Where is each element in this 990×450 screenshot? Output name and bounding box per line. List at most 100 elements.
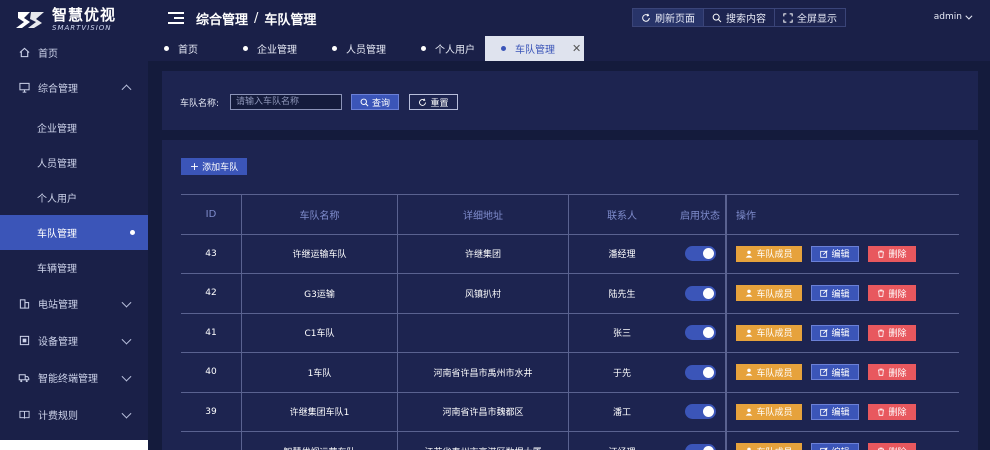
sidebar-item-label: 设备管理 — [38, 337, 78, 348]
enabled-toggle[interactable] — [684, 285, 716, 301]
tab-fleet[interactable]: 车队管理 ✕ — [485, 36, 584, 61]
sidebar-item-label: 个人用户 — [37, 194, 77, 205]
fleet-members-button[interactable]: 车队成员 — [736, 324, 802, 341]
sidebar-item-stations[interactable]: 电站管理 — [0, 285, 148, 322]
sidebar-item-personnel[interactable]: 人员管理 — [0, 145, 148, 180]
cell-contact: 张三 — [612, 329, 631, 340]
chevron-down-icon — [121, 334, 132, 345]
cell-address: 河南省许昌市禹州市水井 — [398, 353, 569, 392]
tab-dot-icon — [332, 46, 337, 51]
fullscreen-button[interactable]: 全屏显示 — [774, 8, 846, 27]
search-icon — [712, 13, 722, 23]
cell-address: 许继集团 — [398, 234, 569, 273]
edit-button[interactable]: 编辑 — [811, 285, 859, 302]
sidebar-item-terminals[interactable]: 智能终端管理 — [0, 359, 148, 396]
reset-button[interactable]: 重置 — [409, 94, 458, 110]
sidebar-item-general[interactable]: 综合管理 — [0, 65, 148, 110]
refresh-button[interactable]: 刷新页面 — [632, 8, 704, 27]
home-icon — [18, 47, 30, 59]
page-tabs: 首页 企业管理 人员管理 个人用户 车队管理 ✕ — [148, 36, 990, 61]
reset-label: 重置 — [430, 98, 449, 109]
delete-button[interactable]: 删除 — [868, 364, 916, 381]
cell-status — [675, 353, 726, 392]
close-icon[interactable]: ✕ — [572, 42, 581, 55]
search-content-label: 搜索内容 — [726, 14, 766, 25]
enabled-toggle[interactable] — [684, 325, 716, 341]
edit-button[interactable]: 编辑 — [811, 364, 859, 381]
search-panel: 车队名称: 查询 重置 — [162, 71, 978, 130]
cell-address: 江苏省泰州市高港区数据大厦 — [398, 432, 569, 450]
enabled-toggle[interactable] — [684, 404, 716, 420]
cell-status — [675, 392, 726, 431]
user-menu[interactable]: admin — [933, 12, 973, 22]
delete-label: 删除 — [888, 289, 907, 300]
tab-personal-users[interactable]: 个人用户 — [405, 36, 485, 61]
edit-button[interactable]: 编辑 — [811, 443, 859, 450]
menu-toggle-icon[interactable] — [168, 12, 184, 24]
edit-label: 编辑 — [831, 289, 850, 300]
logo: 智慧优视 SMARTVISION — [0, 0, 148, 40]
add-fleet-button[interactable]: + 添加车队 — [181, 158, 247, 175]
edit-button[interactable]: 编辑 — [811, 324, 859, 341]
sidebar-item-home[interactable]: 首页 — [0, 40, 148, 65]
sidebar-item-company[interactable]: 企业管理 — [0, 110, 148, 145]
edit-icon — [820, 408, 829, 416]
chevron-down-icon — [965, 12, 973, 20]
trash-icon — [877, 329, 885, 337]
column-header-contact: 联系人 — [607, 210, 637, 222]
enabled-toggle[interactable] — [684, 364, 716, 380]
tab-personnel[interactable]: 人员管理 — [316, 36, 405, 61]
enabled-toggle[interactable] — [684, 443, 716, 450]
cell-name: 1车队 — [242, 353, 398, 392]
tab-company[interactable]: 企业管理 — [227, 36, 316, 61]
sidebar-item-label: 人员管理 — [37, 159, 77, 170]
table-row: 39 许继集团车队1 河南省许昌市魏都区 潘工 车队成员 编辑 删除 — [181, 392, 959, 432]
cell-contact: 潘工 — [612, 408, 631, 419]
cell-actions: 车队成员 编辑 删除 — [726, 274, 959, 313]
sidebar-item-billing[interactable]: 计费规则 — [0, 396, 148, 433]
fleet-members-button[interactable]: 车队成员 — [736, 364, 802, 381]
fleet-name-input[interactable] — [230, 94, 342, 110]
edit-button[interactable]: 编辑 — [811, 245, 859, 262]
sidebar-item-devices[interactable]: 设备管理 — [0, 322, 148, 359]
edit-button[interactable]: 编辑 — [811, 403, 859, 420]
sidebar-item-fleet[interactable]: 车队管理 — [0, 215, 148, 250]
logo-title: 智慧优视 — [52, 6, 117, 24]
cell-id: 43 — [181, 234, 242, 273]
tab-dot-icon — [164, 46, 169, 51]
user-icon — [745, 329, 753, 337]
edit-label: 编辑 — [831, 445, 849, 450]
tab-label: 首页 — [178, 45, 198, 56]
table-row: 42 G3运输 风镇扒村 陆先生 车队成员 编辑 删除 — [181, 274, 959, 314]
cell-id: 42 — [181, 274, 242, 313]
delete-button[interactable]: 删除 — [868, 245, 916, 262]
breadcrumb-parent[interactable]: 综合管理 — [196, 9, 248, 28]
fleet-members-button[interactable]: 车队成员 — [736, 403, 802, 420]
query-label: 查询 — [371, 98, 390, 109]
fleet-members-label: 车队成员 — [756, 329, 793, 340]
tab-label: 车队管理 — [515, 45, 555, 56]
cell-status — [675, 234, 726, 273]
user-icon — [745, 368, 753, 376]
delete-button[interactable]: 删除 — [868, 443, 916, 450]
sidebar-footer — [0, 440, 148, 450]
sidebar-item-personal-users[interactable]: 个人用户 — [0, 180, 148, 215]
sidebar-item-vehicles[interactable]: 车辆管理 — [0, 250, 148, 285]
fleet-members-button[interactable]: 车队成员 — [736, 443, 802, 450]
cell-status — [675, 274, 726, 313]
fleet-members-button[interactable]: 车队成员 — [736, 285, 802, 302]
fleet-name-label: 车队名称: — [180, 99, 220, 109]
delete-button[interactable]: 删除 — [868, 403, 916, 420]
enabled-toggle[interactable] — [684, 246, 716, 262]
cell-contact: 陆先生 — [608, 289, 636, 300]
query-button[interactable]: 查询 — [351, 94, 399, 110]
chevron-up-icon — [121, 83, 132, 94]
delete-button[interactable]: 删除 — [868, 324, 916, 341]
search-content-button[interactable]: 搜索内容 — [703, 8, 775, 27]
cell-name: G3运输 — [242, 274, 398, 313]
tab-home[interactable]: 首页 — [148, 36, 227, 61]
username: admin — [933, 12, 962, 22]
fleet-members-button[interactable]: 车队成员 — [736, 245, 802, 262]
building-icon — [18, 298, 30, 310]
delete-button[interactable]: 删除 — [868, 285, 916, 302]
